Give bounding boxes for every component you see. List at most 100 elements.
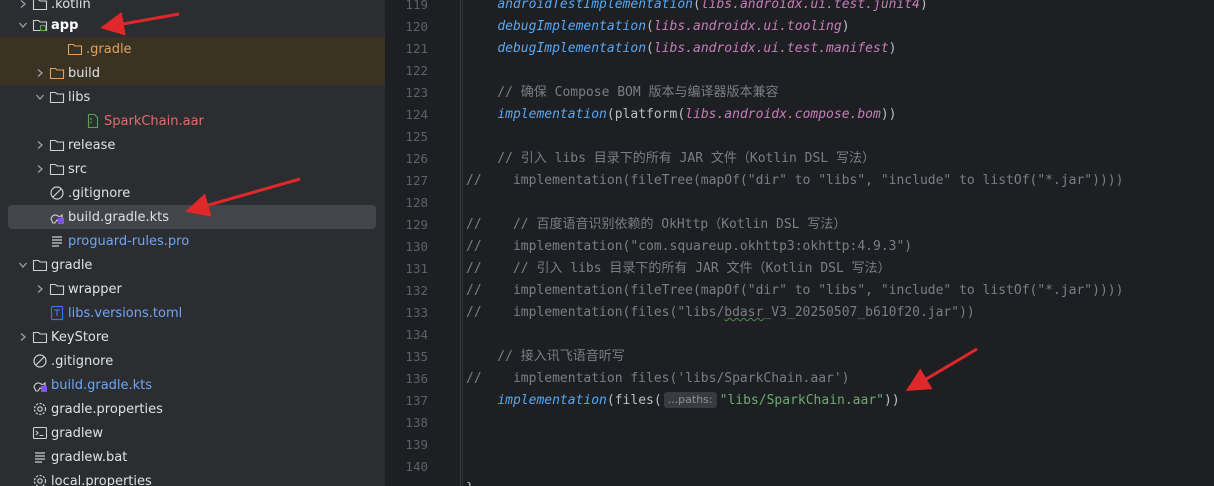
tree-item[interactable]: gradlew.bat bbox=[0, 445, 385, 469]
tree-item[interactable]: gradle bbox=[0, 253, 385, 277]
code-token: )) bbox=[884, 393, 900, 408]
folder-icon bbox=[32, 257, 48, 273]
code-line[interactable]: 125 bbox=[390, 126, 1214, 148]
tree-item[interactable]: .gradle bbox=[0, 37, 385, 61]
tree-item[interactable]: src bbox=[0, 157, 385, 181]
code-line[interactable]: } bbox=[390, 478, 1214, 486]
code-line[interactable]: 139 bbox=[390, 434, 1214, 456]
code-text: implementation(platform(libs.androidx.co… bbox=[466, 104, 896, 126]
line-number: 121 bbox=[405, 41, 428, 56]
chevron-down-icon[interactable] bbox=[33, 90, 47, 104]
code-line[interactable]: 135 // 接入讯飞语音听写 bbox=[390, 346, 1214, 368]
line-number: 129 bbox=[405, 217, 428, 232]
line-number: 134 bbox=[405, 327, 428, 342]
text-file-icon bbox=[49, 233, 65, 249]
line-number: 136 bbox=[405, 371, 428, 386]
code-line[interactable]: 136 // implementation files('libs/SparkCh… bbox=[390, 368, 1214, 390]
code-token: // 接入讯飞语音听写 bbox=[466, 349, 625, 364]
line-number: 124 bbox=[405, 107, 428, 122]
settings-file-icon bbox=[32, 473, 48, 486]
code-text: debugImplementation(libs.androidx.ui.too… bbox=[466, 16, 849, 38]
line-number: 131 bbox=[405, 261, 428, 276]
code-line[interactable]: 138 bbox=[390, 412, 1214, 434]
code-text: // implementation(files("libs/bdasr_V3_2… bbox=[466, 302, 975, 324]
folder-orange-icon bbox=[49, 65, 65, 81]
tree-item[interactable]: gradlew bbox=[0, 421, 385, 445]
tree-item[interactable]: proguard-rules.pro bbox=[0, 229, 385, 253]
tree-item-label: gradle bbox=[51, 257, 93, 273]
chevron-right-icon[interactable] bbox=[33, 138, 47, 152]
code-token: libs.androidx.ui.test.junit4 bbox=[700, 0, 920, 12]
line-number: 127 bbox=[405, 173, 428, 188]
archive-file-icon bbox=[85, 113, 101, 129]
parameter-hint: ...paths: bbox=[663, 392, 717, 408]
tree-item[interactable]: build bbox=[0, 61, 385, 85]
tree-item[interactable]: .gitignore bbox=[0, 349, 385, 373]
code-token: debugImplementation bbox=[497, 41, 647, 56]
code-token: bdasr bbox=[724, 305, 764, 320]
tree-item[interactable]: app bbox=[0, 13, 385, 37]
code-line[interactable]: 122 bbox=[390, 60, 1214, 82]
tree-item[interactable]: SparkChain.aar bbox=[0, 109, 385, 133]
tree-item[interactable]: wrapper bbox=[0, 277, 385, 301]
folder-icon bbox=[49, 89, 65, 105]
code-line[interactable]: 127 // implementation(fileTree(mapOf("dir… bbox=[390, 170, 1214, 192]
code-token: // 引入 libs 目录下的所有 JAR 文件（Kotlin DSL 写法） bbox=[466, 151, 875, 166]
chevron-right-icon[interactable] bbox=[33, 282, 47, 296]
line-number: 122 bbox=[405, 63, 428, 78]
folder-icon bbox=[32, 0, 48, 12]
tree-item-label: .gitignore bbox=[51, 353, 114, 369]
line-number: 119 bbox=[405, 0, 428, 12]
code-token: androidTestImplementation bbox=[497, 0, 693, 12]
code-line[interactable]: 129 // // 百度语音识别依赖的 OkHttp（Kotlin DSL 写法） bbox=[390, 214, 1214, 236]
code-token: // implementation(fileTree(mapOf("dir" t… bbox=[466, 283, 1124, 298]
tree-item[interactable]: libs bbox=[0, 85, 385, 109]
tree-item[interactable]: local.properties bbox=[0, 469, 385, 486]
tree-item-label: build bbox=[68, 65, 100, 81]
code-line[interactable]: 128 bbox=[390, 192, 1214, 214]
tree-item-label: SparkChain.aar bbox=[104, 113, 204, 129]
code-line[interactable]: 130 // implementation("com.squareup.okhtt… bbox=[390, 236, 1214, 258]
code-text: // implementation files('libs/SparkChain… bbox=[466, 368, 850, 390]
code-line[interactable]: 119 androidTestImplementation(libs.andro… bbox=[390, 0, 1214, 16]
chevron-right-icon[interactable] bbox=[33, 162, 47, 176]
code-line[interactable]: 134 bbox=[390, 324, 1214, 346]
code-line[interactable]: 131 // // 引入 libs 目录下的所有 JAR 文件（Kotlin DS… bbox=[390, 258, 1214, 280]
line-number: 123 bbox=[405, 85, 428, 100]
tree-item[interactable]: release bbox=[0, 133, 385, 157]
folder-icon bbox=[49, 161, 65, 177]
code-text: // // 百度语音识别依赖的 OkHttp（Kotlin DSL 写法） bbox=[466, 214, 846, 236]
code-token: // // 引入 libs 目录下的所有 JAR 文件（Kotlin DSL 写… bbox=[466, 261, 891, 276]
tree-item[interactable]: libs.versions.toml bbox=[0, 301, 385, 325]
tree-item[interactable]: build.gradle.kts bbox=[8, 205, 376, 229]
code-line[interactable]: 140 bbox=[390, 456, 1214, 478]
code-line[interactable]: 121 debugImplementation(libs.androidx.ui… bbox=[390, 38, 1214, 60]
code-line[interactable]: 133 // implementation(files("libs/bdasr_V… bbox=[390, 302, 1214, 324]
tree-item[interactable]: .gitignore bbox=[0, 181, 385, 205]
code-line[interactable]: 120 debugImplementation(libs.androidx.ui… bbox=[390, 16, 1214, 38]
chevron-right-icon[interactable] bbox=[33, 66, 47, 80]
code-editor[interactable]: 119 androidTestImplementation(libs.andro… bbox=[390, 0, 1214, 486]
module-folder-icon bbox=[32, 17, 48, 33]
chevron-down-icon[interactable] bbox=[16, 18, 30, 32]
code-line[interactable]: 132 // implementation(fileTree(mapOf("dir… bbox=[390, 280, 1214, 302]
code-line[interactable]: 126 // 引入 libs 目录下的所有 JAR 文件（Kotlin DSL … bbox=[390, 148, 1214, 170]
tree-item-label: local.properties bbox=[51, 473, 152, 486]
code-text: // 接入讯飞语音听写 bbox=[466, 346, 625, 368]
code-line[interactable]: 124 implementation(platform(libs.android… bbox=[390, 104, 1214, 126]
tree-item-label: .gradle bbox=[86, 41, 132, 57]
chevron-down-icon[interactable] bbox=[16, 258, 30, 272]
tree-item[interactable]: gradle.properties bbox=[0, 397, 385, 421]
code-text: } bbox=[466, 478, 474, 486]
tree-item-label: gradlew bbox=[51, 425, 104, 441]
tree-item[interactable]: KeyStore bbox=[0, 325, 385, 349]
tree-item-label: proguard-rules.pro bbox=[68, 233, 190, 249]
chevron-right-icon[interactable] bbox=[16, 0, 30, 11]
chevron-right-icon[interactable] bbox=[16, 330, 30, 344]
line-number: 132 bbox=[405, 283, 428, 298]
code-line[interactable]: 123 // 确保 Compose BOM 版本与编译器版本兼容 bbox=[390, 82, 1214, 104]
tree-item[interactable]: build.gradle.kts bbox=[0, 373, 385, 397]
code-line[interactable]: 137 implementation(files(...paths: "libs/… bbox=[390, 390, 1214, 412]
tree-item-label: libs.versions.toml bbox=[68, 305, 183, 321]
